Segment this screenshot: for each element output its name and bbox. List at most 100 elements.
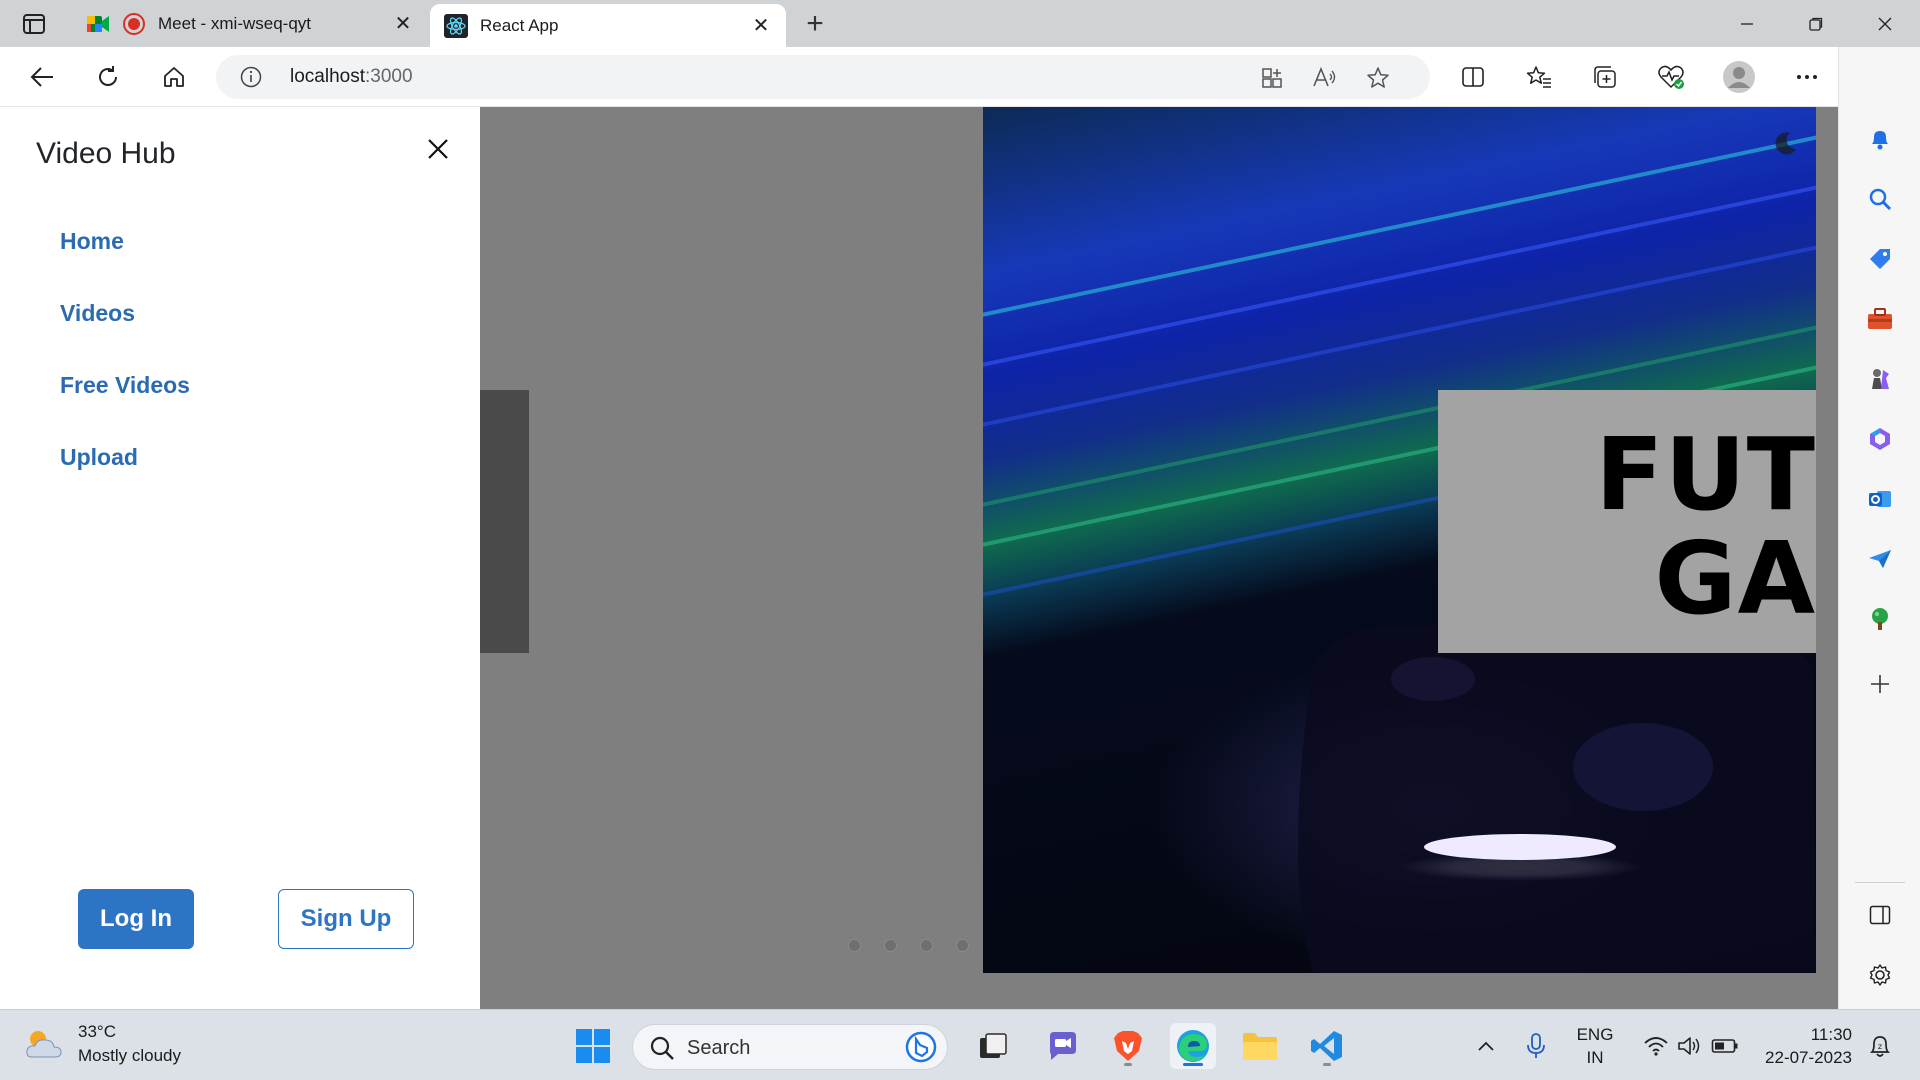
url-host: localhost bbox=[290, 66, 365, 87]
weather-description: Mostly cloudy bbox=[78, 1046, 181, 1065]
refresh-button[interactable] bbox=[88, 57, 128, 97]
hero-caption-line: FUT bbox=[1595, 416, 1816, 533]
drawer-close-button[interactable] bbox=[420, 131, 456, 167]
search-icon bbox=[1869, 188, 1892, 211]
show-hidden-icons-button[interactable] bbox=[1468, 1023, 1504, 1069]
back-button[interactable] bbox=[22, 57, 62, 97]
sidebar-settings-button[interactable] bbox=[1863, 958, 1897, 992]
tree-icon bbox=[1872, 608, 1888, 630]
tree-app-button[interactable] bbox=[1863, 602, 1897, 636]
nav-videos[interactable]: Videos bbox=[60, 300, 135, 327]
tab-react-app[interactable]: React App ✕ bbox=[430, 4, 786, 47]
notifications-button[interactable] bbox=[1863, 122, 1897, 156]
active-indicator bbox=[1183, 1063, 1203, 1066]
site-info-icon[interactable] bbox=[240, 66, 262, 88]
apps-icon bbox=[1262, 68, 1282, 88]
weather-widget[interactable]: 33°C Mostly cloudy bbox=[24, 1020, 181, 1068]
login-button[interactable]: Log In bbox=[78, 889, 194, 949]
teams-chat-button[interactable] bbox=[1040, 1023, 1086, 1069]
more-options-button[interactable] bbox=[1787, 57, 1827, 97]
file-explorer-button[interactable] bbox=[1237, 1023, 1283, 1069]
close-icon bbox=[1878, 17, 1892, 30]
nav-home[interactable]: Home bbox=[60, 228, 124, 255]
tools-button[interactable] bbox=[1863, 302, 1897, 336]
minimize-button[interactable] bbox=[1713, 0, 1781, 47]
shopping-button[interactable] bbox=[1863, 242, 1897, 276]
signup-button[interactable]: Sign Up bbox=[278, 889, 414, 949]
refresh-icon bbox=[99, 66, 117, 86]
carousel-overlay bbox=[480, 107, 983, 973]
microphone-icon bbox=[1527, 1033, 1545, 1058]
tab-title: React App bbox=[480, 15, 559, 35]
dark-mode-toggle-icon[interactable] bbox=[1770, 129, 1800, 159]
tab-meet[interactable]: Meet - xmi-wseq-qyt ✕ bbox=[72, 0, 428, 47]
volume-icon bbox=[1678, 1037, 1700, 1055]
chevron-up-icon bbox=[1478, 1041, 1494, 1051]
wifi-icon bbox=[1644, 1037, 1668, 1056]
more-icon bbox=[1797, 75, 1817, 79]
close-tab-icon[interactable]: ✕ bbox=[388, 9, 418, 39]
edge-logo-icon bbox=[1177, 1030, 1209, 1062]
bell-icon bbox=[1872, 131, 1888, 150]
edge-browser-button[interactable] bbox=[1170, 1023, 1216, 1069]
hide-sidebar-button[interactable] bbox=[1863, 898, 1897, 932]
restore-button[interactable] bbox=[1782, 0, 1850, 47]
favorites-button[interactable] bbox=[1519, 57, 1559, 97]
carousel-indicator[interactable] bbox=[920, 939, 933, 952]
plus-icon bbox=[1871, 675, 1889, 693]
app-available-button[interactable] bbox=[1259, 65, 1285, 91]
teams-chat-icon bbox=[1050, 1032, 1076, 1060]
split-screen-button[interactable] bbox=[1453, 57, 1493, 97]
notification-center-button[interactable]: z bbox=[1862, 1023, 1898, 1069]
close-window-button[interactable] bbox=[1851, 0, 1919, 47]
nav-upload[interactable]: Upload bbox=[60, 444, 138, 471]
read-aloud-button[interactable] bbox=[1312, 65, 1338, 91]
read-aloud-icon bbox=[1313, 66, 1336, 87]
brave-browser-button[interactable] bbox=[1105, 1023, 1151, 1069]
clock[interactable]: 11:30 22-07-2023 bbox=[1756, 1023, 1852, 1069]
games-button[interactable] bbox=[1863, 362, 1897, 396]
microphone-button[interactable] bbox=[1516, 1023, 1556, 1069]
carousel-overlay-bottom bbox=[480, 973, 1838, 1009]
favorites-icon bbox=[1526, 66, 1551, 88]
new-tab-button[interactable]: + bbox=[797, 7, 833, 41]
running-indicator bbox=[1124, 1063, 1132, 1066]
carousel-indicator[interactable] bbox=[884, 939, 897, 952]
taskbar-search-box[interactable]: Search bbox=[632, 1024, 948, 1070]
home-button[interactable] bbox=[154, 57, 194, 97]
microsoft-365-button[interactable] bbox=[1863, 422, 1897, 456]
browser-essentials-button[interactable] bbox=[1651, 57, 1691, 97]
windows-logo-icon bbox=[576, 1029, 610, 1063]
outlook-button[interactable] bbox=[1863, 482, 1897, 516]
paper-plane-icon bbox=[1869, 550, 1891, 568]
language-indicator[interactable]: ENG IN bbox=[1570, 1023, 1620, 1069]
add-sidebar-app-button[interactable] bbox=[1863, 667, 1897, 701]
hero-caption-line: GA bbox=[1654, 520, 1816, 637]
carousel-indicator[interactable] bbox=[956, 939, 969, 952]
search-placeholder: Search bbox=[687, 1037, 751, 1059]
language-code: ENG bbox=[1576, 1025, 1614, 1044]
address-bar[interactable]: localhost:3000 bbox=[216, 55, 1430, 99]
outlook-icon bbox=[1869, 491, 1891, 507]
carousel-indicator[interactable] bbox=[848, 939, 861, 952]
profile-button[interactable] bbox=[1719, 57, 1759, 97]
close-tab-icon[interactable]: ✕ bbox=[746, 11, 776, 41]
start-button[interactable] bbox=[570, 1023, 616, 1069]
nav-free-videos[interactable]: Free Videos bbox=[60, 372, 190, 399]
url-text: localhost:3000 bbox=[290, 66, 413, 88]
react-logo-icon bbox=[444, 13, 468, 38]
vscode-button[interactable] bbox=[1304, 1023, 1350, 1069]
tab-actions-button[interactable] bbox=[16, 9, 52, 39]
send-button[interactable] bbox=[1863, 542, 1897, 576]
search-icon bbox=[650, 1036, 674, 1060]
edge-sidebar bbox=[1838, 47, 1920, 1009]
quick-settings-button[interactable] bbox=[1636, 1023, 1746, 1069]
favorite-button[interactable] bbox=[1365, 65, 1391, 91]
folder-icon bbox=[1243, 1033, 1277, 1060]
drawer-title: Video Hub bbox=[36, 137, 176, 170]
toolbox-icon bbox=[1868, 308, 1892, 329]
search-sidebar-button[interactable] bbox=[1863, 182, 1897, 216]
collections-button[interactable] bbox=[1585, 57, 1625, 97]
carousel-prev-button[interactable] bbox=[480, 390, 529, 653]
task-view-button[interactable] bbox=[970, 1023, 1016, 1069]
